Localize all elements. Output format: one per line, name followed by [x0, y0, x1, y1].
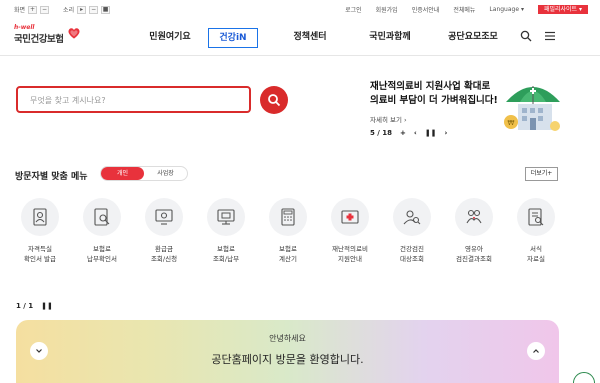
monitor-refund-icon	[155, 209, 173, 225]
visitor-menu-item[interactable]: 영유아 검진결과조회	[449, 198, 499, 264]
payment-monitor-icon	[217, 209, 235, 225]
nav-civil-service[interactable]: 민원여기요	[140, 28, 200, 48]
banner-title[interactable]: 재난적의료비 지원사업 확대로 의료비 부담이 더 가벼워집니다!	[370, 80, 498, 108]
login-link[interactable]: 로그인	[345, 5, 362, 14]
menu-icon-circle	[517, 198, 555, 236]
menu-item-label: 재난적의료비 지원안내	[332, 245, 368, 263]
search-button-icon	[268, 94, 281, 107]
zoom-controls: 화면 + − 소리 ▸ − ■	[14, 5, 111, 14]
search-button[interactable]	[260, 86, 288, 114]
menu-icon-circle	[83, 198, 121, 236]
zoom-out-button[interactable]: −	[40, 5, 50, 14]
zoom-in-button[interactable]: +	[28, 5, 38, 14]
visitor-menu-item[interactable]: 환급금 조회/신청	[139, 198, 189, 264]
section-pager: 1 / 1 ❚❚	[16, 302, 53, 310]
certificate-icon	[33, 208, 47, 226]
menu-icon[interactable]	[544, 30, 556, 42]
family-icon	[466, 209, 482, 224]
calculator-icon	[281, 208, 295, 226]
banner-pager: 5 / 18 + ‹ ❚❚ ›	[370, 129, 447, 137]
document-search-icon	[94, 208, 110, 226]
visitor-menu-item[interactable]: 보험료 계산기	[263, 198, 313, 264]
family-site-select[interactable]: 패밀리사이트 ▾	[537, 5, 588, 14]
visitor-menu-more-button[interactable]: 더보기+	[525, 167, 558, 181]
certificate-guide-link[interactable]: 인증서안내	[412, 5, 440, 14]
form-search-icon	[528, 208, 544, 226]
visitor-type-toggle: 개인 사업장	[100, 166, 188, 181]
section-pause-button[interactable]: ❚❚	[41, 302, 53, 310]
menu-item-label: 환급금 조회/신청	[150, 245, 178, 263]
visitor-menu-title: 방문자별 맞춤 메뉴	[15, 172, 88, 182]
menu-item-label: 자격득실 확인서 발급	[24, 245, 56, 263]
visitor-menu-item[interactable]: 자격득실 확인서 발급	[15, 198, 65, 264]
nav-about-nhis[interactable]: 공단요모조모	[438, 28, 508, 48]
visitor-menu-item[interactable]: 보험료 조회/납부	[201, 198, 251, 264]
menu-item-label: 서식 자료실	[527, 245, 545, 263]
heart-logo-icon	[68, 28, 80, 39]
svg-text:₩: ₩	[508, 119, 515, 127]
menu-item-label: 영유아 검진결과조회	[456, 245, 492, 263]
visitor-menu-item[interactable]: 건강검진 대상조회	[387, 198, 437, 264]
banner-pause-button[interactable]: ❚❚	[425, 129, 437, 137]
main-navigation: 민원여기요 건강iN 정책센터 국민과함께 공단요모조모	[140, 28, 508, 48]
welcome-banner: 안녕하세요 공단홈페이지 방문을 환영합니다.	[16, 320, 559, 383]
banner-next-button[interactable]: ›	[445, 129, 448, 137]
search-box	[16, 86, 251, 113]
visitor-menu-item[interactable]: 재난적의료비 지원안내	[325, 198, 375, 264]
menu-icon-circle	[331, 198, 369, 236]
menu-icon-circle	[21, 198, 59, 236]
utility-links: 로그인 회원가입 인증서안내 전체메뉴 Language ▾ 패밀리사이트 ▾	[345, 5, 588, 14]
menu-item-label: 보험료 계산기	[279, 245, 297, 263]
menu-icon-circle	[207, 198, 245, 236]
nav-with-citizens[interactable]: 국민과함께	[360, 28, 420, 48]
certification-seal	[573, 372, 595, 383]
tab-business[interactable]: 사업장	[144, 167, 187, 180]
language-select[interactable]: Language ▾	[489, 6, 524, 13]
sound-out-button[interactable]: −	[89, 5, 99, 14]
banner-page-indicator: 5 / 18	[370, 129, 393, 137]
menu-icon-circle	[145, 198, 183, 236]
menu-item-label: 보험료 납부확인서	[87, 245, 117, 263]
welcome-next-button[interactable]	[527, 342, 545, 360]
banner-plus-button[interactable]: +	[400, 129, 406, 137]
section-page-indicator: 1 / 1	[16, 302, 34, 310]
signup-link[interactable]: 회원가입	[376, 5, 398, 14]
nav-health-in[interactable]: 건강iN	[208, 28, 258, 48]
site-header: h-well 국민건강보험 민원여기요 건강iN 정책센터 국민과함께 공단요모…	[0, 18, 600, 56]
search-icon[interactable]	[520, 30, 532, 42]
visitor-menu-item[interactable]: 보험료 납부확인서	[77, 198, 127, 264]
chevron-up-icon	[533, 349, 539, 353]
all-menu-link[interactable]: 전체메뉴	[453, 5, 475, 14]
menu-item-label: 보험료 조회/납부	[212, 245, 240, 263]
welcome-message: 공단홈페이지 방문을 환영합니다.	[211, 353, 364, 366]
menu-item-label: 건강검진 대상조회	[400, 245, 424, 263]
banner-prev-button[interactable]: ‹	[414, 129, 417, 137]
logo[interactable]: h-well 국민건강보험	[14, 24, 84, 50]
search-input[interactable]	[18, 89, 249, 112]
menu-icon-circle	[455, 198, 493, 236]
zoom-label: 화면	[14, 7, 26, 14]
tab-individual[interactable]: 개인	[101, 167, 144, 180]
banner-more-link[interactable]: 자세히 보기 ›	[370, 114, 407, 124]
sound-label: 소리	[63, 7, 75, 14]
utility-bar: 화면 + − 소리 ▸ − ■ 로그인 회원가입 인증서안내 전체메뉴 Lang…	[0, 0, 600, 18]
sound-play-button[interactable]: ▸	[77, 5, 87, 14]
welcome-hello: 안녕하세요	[269, 334, 306, 343]
person-search-icon	[403, 210, 421, 225]
umbrella-hospital-illustration: ₩	[504, 86, 560, 131]
nav-policy-center[interactable]: 정책센터	[280, 28, 340, 48]
menu-icon-circle	[269, 198, 307, 236]
menu-icon-circle	[393, 198, 431, 236]
medical-card-icon	[341, 210, 359, 224]
visitor-menu-item[interactable]: 서식 자료실	[511, 198, 561, 264]
sound-stop-button[interactable]: ■	[101, 5, 111, 14]
